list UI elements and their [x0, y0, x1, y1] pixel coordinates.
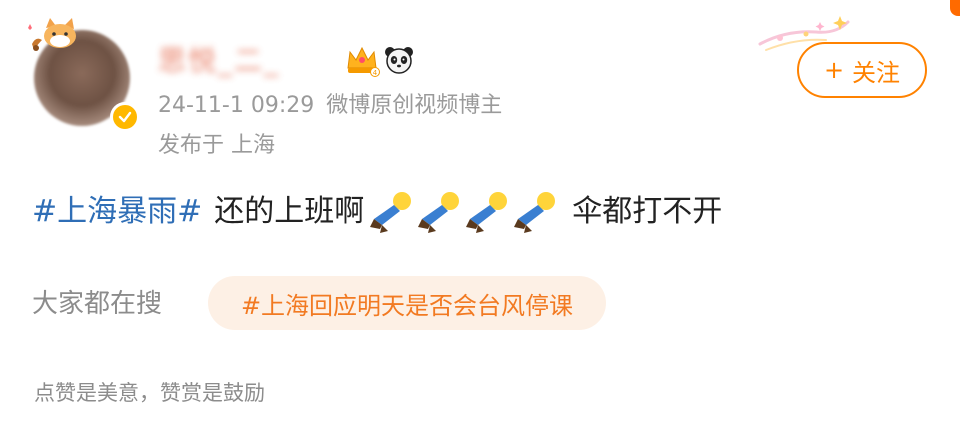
person-flat-emoji-icon [370, 192, 412, 233]
emoji-row [368, 189, 560, 235]
top-accent-bar [950, 0, 960, 16]
crown-icon: 4 [347, 46, 380, 77]
hashtag-link[interactable]: #上海暴雨# [32, 188, 202, 236]
person-flat-emoji-icon [418, 192, 460, 233]
panda-icon [385, 47, 413, 74]
follow-button[interactable]: + 关注 [797, 42, 927, 98]
trending-search-label: 大家都在搜 [32, 289, 163, 319]
author-title: 微博原创视频博主 [326, 93, 503, 118]
post-text-after: 伞都打不开 [572, 194, 723, 229]
follow-label: 关注 [852, 58, 901, 87]
post-content: #上海暴雨# 还的上班啊 伞都打不开 [32, 188, 722, 236]
avatar-area[interactable] [28, 14, 140, 132]
post-meta: 24-11-1 09:29 微博原创视频博主 [158, 92, 502, 120]
person-flat-emoji-icon [466, 192, 508, 233]
post-timestamp: 24-11-1 09:29 [158, 93, 315, 118]
trending-search-topic: #上海回应明天是否会台风停课 [240, 291, 574, 320]
svg-text:4: 4 [373, 69, 378, 77]
like-reward-hint: 点赞是美意，赞赏是鼓励 [34, 381, 265, 405]
cat-avatar-frame-icon [28, 18, 76, 51]
post-location: 发布于 上海 [158, 133, 275, 158]
person-flat-emoji-icon [514, 192, 556, 233]
weibo-post-card: 思悦_二_ 4 24-11-1 09:29 微博原创视频博主 发布于 上海 + 关… [0, 0, 960, 421]
plus-icon: + [823, 56, 845, 84]
post-text-before: 还的上班啊 [214, 194, 365, 229]
trending-search-pill[interactable]: #上海回应明天是否会台风停课 [208, 276, 606, 330]
username[interactable]: 思悦_二_ [158, 44, 338, 78]
verified-badge-icon [110, 102, 140, 132]
